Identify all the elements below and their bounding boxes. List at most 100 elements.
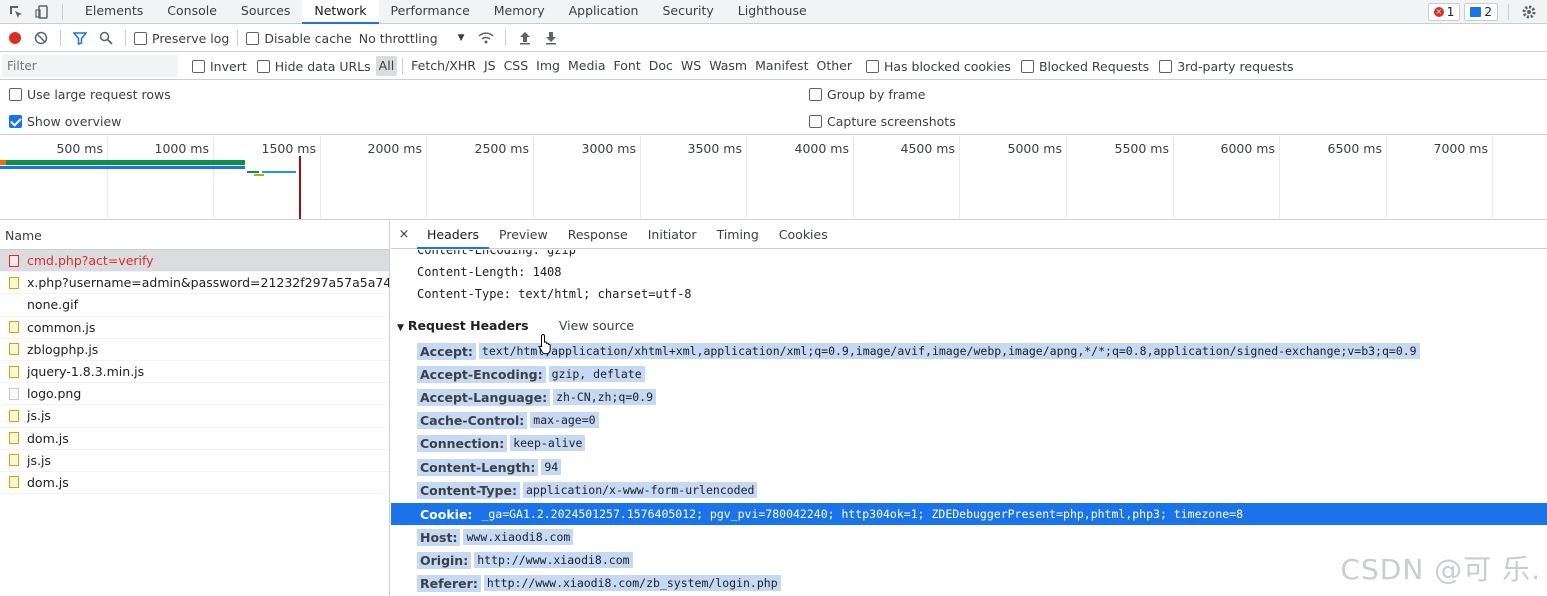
request-header-row[interactable]: Referer: http://www.xiaodi8.com/zb_system… bbox=[417, 573, 781, 593]
device-toolbar-icon[interactable] bbox=[32, 2, 52, 22]
script-file-icon bbox=[9, 476, 19, 489]
tab-cookies[interactable]: Cookies bbox=[769, 221, 838, 249]
request-header-row-selected[interactable]: Cookie: _ga=GA1.2.2024501257.1576405012; … bbox=[391, 503, 1547, 525]
request-row[interactable]: x.php?username=admin&password=21232f297a… bbox=[0, 272, 389, 295]
filter-type-other[interactable]: Other bbox=[813, 56, 855, 76]
request-header-row[interactable]: Origin: http://www.xiaodi8.com bbox=[417, 550, 633, 570]
waterfall-bar-resource bbox=[254, 174, 264, 176]
request-row[interactable]: js.js bbox=[0, 405, 389, 428]
checkbox-box-checked[interactable] bbox=[9, 115, 22, 128]
response-header-line: Content-Length: 1408 bbox=[417, 265, 562, 279]
disable-cache-checkbox[interactable]: Disable cache bbox=[246, 31, 352, 46]
clear-button[interactable] bbox=[30, 27, 52, 49]
header-name: Cache-Control: bbox=[417, 411, 528, 429]
tab-preview[interactable]: Preview bbox=[489, 221, 558, 249]
group-by-frame-checkbox[interactable]: Group by frame bbox=[809, 87, 925, 102]
import-har-button[interactable] bbox=[514, 27, 536, 49]
large-rows-label: Use large request rows bbox=[27, 87, 171, 102]
messages-badge[interactable]: 2 bbox=[1464, 3, 1498, 21]
filter-type-img[interactable]: Img bbox=[533, 56, 563, 76]
hide-data-urls-checkbox[interactable]: Hide data URLs bbox=[256, 59, 371, 74]
request-row[interactable]: jquery-1.8.3.min.js bbox=[0, 361, 389, 384]
throttling-select[interactable]: No throttling ▼ bbox=[359, 31, 465, 46]
hand-cursor-icon bbox=[539, 333, 551, 355]
invert-checkbox[interactable]: Invert bbox=[192, 59, 247, 74]
inspect-element-icon[interactable] bbox=[6, 2, 26, 22]
request-row[interactable]: dom.js bbox=[0, 472, 389, 495]
tab-timing[interactable]: Timing bbox=[707, 221, 769, 249]
script-file-icon bbox=[9, 409, 19, 422]
filter-type-manifest[interactable]: Manifest bbox=[752, 56, 811, 76]
name-column-header[interactable]: Name bbox=[0, 221, 389, 250]
close-details-icon[interactable]: × bbox=[391, 227, 417, 242]
tab-elements[interactable]: Elements bbox=[73, 0, 155, 24]
filter-type-media[interactable]: Media bbox=[565, 56, 609, 76]
tab-network[interactable]: Network bbox=[302, 0, 379, 24]
request-header-row[interactable]: Content-Type: application/x-www-form-urle… bbox=[417, 480, 758, 500]
filter-type-doc[interactable]: Doc bbox=[646, 56, 676, 76]
request-header-row[interactable]: Accept: text/html,application/xhtml+xml,a… bbox=[417, 341, 1420, 361]
request-header-row[interactable]: Cache-Control: max-age=0 bbox=[417, 410, 599, 430]
capture-screenshots-checkbox[interactable]: Capture screenshots bbox=[809, 114, 956, 129]
tab-initiator[interactable]: Initiator bbox=[638, 221, 707, 249]
checkbox-box[interactable] bbox=[9, 88, 22, 101]
search-button[interactable] bbox=[95, 27, 117, 49]
tab-application[interactable]: Application bbox=[557, 0, 651, 24]
network-conditions-button[interactable] bbox=[475, 27, 497, 49]
filter-type-css[interactable]: CSS bbox=[501, 56, 532, 76]
checkbox-box[interactable] bbox=[192, 59, 205, 73]
export-har-button[interactable] bbox=[540, 27, 562, 49]
filter-type-font[interactable]: Font bbox=[611, 56, 644, 76]
filter-type-all[interactable]: All bbox=[375, 56, 398, 76]
request-row[interactable]: zblogphp.js bbox=[0, 339, 389, 361]
preserve-log-checkbox[interactable]: Preserve log bbox=[134, 31, 229, 46]
checkbox-box[interactable] bbox=[134, 31, 147, 45]
request-row[interactable]: none.gif bbox=[0, 294, 389, 317]
overview-grid-line bbox=[853, 136, 854, 220]
request-header-row[interactable]: Connection: keep-alive bbox=[417, 433, 586, 453]
errors-badge[interactable]: × 1 bbox=[1427, 3, 1461, 21]
chevron-down-icon: ▼ bbox=[457, 33, 465, 43]
settings-gear-icon[interactable] bbox=[1517, 0, 1541, 24]
request-headers-section-title[interactable]: ▼ Request Headers View source bbox=[397, 318, 634, 333]
filter-type-ws[interactable]: WS bbox=[678, 56, 704, 76]
request-header-row[interactable]: Host: www.xiaodi8.com bbox=[417, 527, 574, 547]
tab-memory[interactable]: Memory bbox=[482, 0, 557, 24]
filter-type-fetch-xhr[interactable]: Fetch/XHR bbox=[408, 56, 479, 76]
blocked-requests-checkbox[interactable]: Blocked Requests bbox=[1020, 59, 1149, 74]
checkbox-box[interactable] bbox=[809, 88, 822, 101]
view-source-link[interactable]: View source bbox=[559, 318, 634, 333]
tab-console[interactable]: Console bbox=[155, 0, 229, 24]
tab-sources[interactable]: Sources bbox=[229, 0, 302, 24]
tab-security[interactable]: Security bbox=[650, 0, 725, 24]
request-row[interactable]: dom.js bbox=[0, 428, 389, 450]
filter-bar: Invert Hide data URLs All Fetch/XHR JS C… bbox=[0, 53, 1547, 80]
request-row[interactable]: common.js bbox=[0, 317, 389, 339]
checkbox-box[interactable] bbox=[865, 59, 879, 73]
tab-response[interactable]: Response bbox=[558, 221, 638, 249]
request-header-row[interactable]: Accept-Encoding: gzip, deflate bbox=[417, 364, 645, 384]
filter-type-wasm[interactable]: Wasm bbox=[706, 56, 750, 76]
record-button[interactable] bbox=[4, 27, 26, 49]
filter-type-js[interactable]: JS bbox=[481, 56, 499, 76]
checkbox-box[interactable] bbox=[256, 59, 270, 73]
tab-lighthouse[interactable]: Lighthouse bbox=[726, 0, 819, 24]
request-row[interactable]: cmd.php?act=verify bbox=[0, 250, 389, 273]
large-rows-checkbox[interactable]: Use large request rows bbox=[9, 87, 171, 102]
filter-toggle-button[interactable] bbox=[69, 27, 91, 49]
checkbox-box[interactable] bbox=[1020, 59, 1034, 73]
third-party-checkbox[interactable]: 3rd-party requests bbox=[1159, 59, 1294, 74]
show-overview-checkbox[interactable]: Show overview bbox=[9, 114, 121, 129]
tab-performance[interactable]: Performance bbox=[379, 0, 482, 24]
checkbox-box[interactable] bbox=[246, 31, 260, 45]
checkbox-box[interactable] bbox=[809, 115, 822, 128]
request-header-row[interactable]: Accept-Language: zh-CN,zh;q=0.9 bbox=[417, 387, 657, 407]
checkbox-box[interactable] bbox=[1159, 59, 1173, 73]
tab-headers[interactable]: Headers bbox=[417, 221, 490, 249]
has-blocked-cookies-checkbox[interactable]: Has blocked cookies bbox=[865, 59, 1011, 74]
request-row[interactable]: js.js bbox=[0, 450, 389, 472]
filter-input[interactable] bbox=[2, 55, 178, 77]
request-header-row[interactable]: Content-Length: 94 bbox=[417, 457, 562, 477]
request-row[interactable]: logo.png bbox=[0, 383, 389, 406]
network-overview[interactable]: 500 ms 1000 ms 1500 ms 2000 ms 2500 ms 3000 m… bbox=[0, 136, 1547, 220]
